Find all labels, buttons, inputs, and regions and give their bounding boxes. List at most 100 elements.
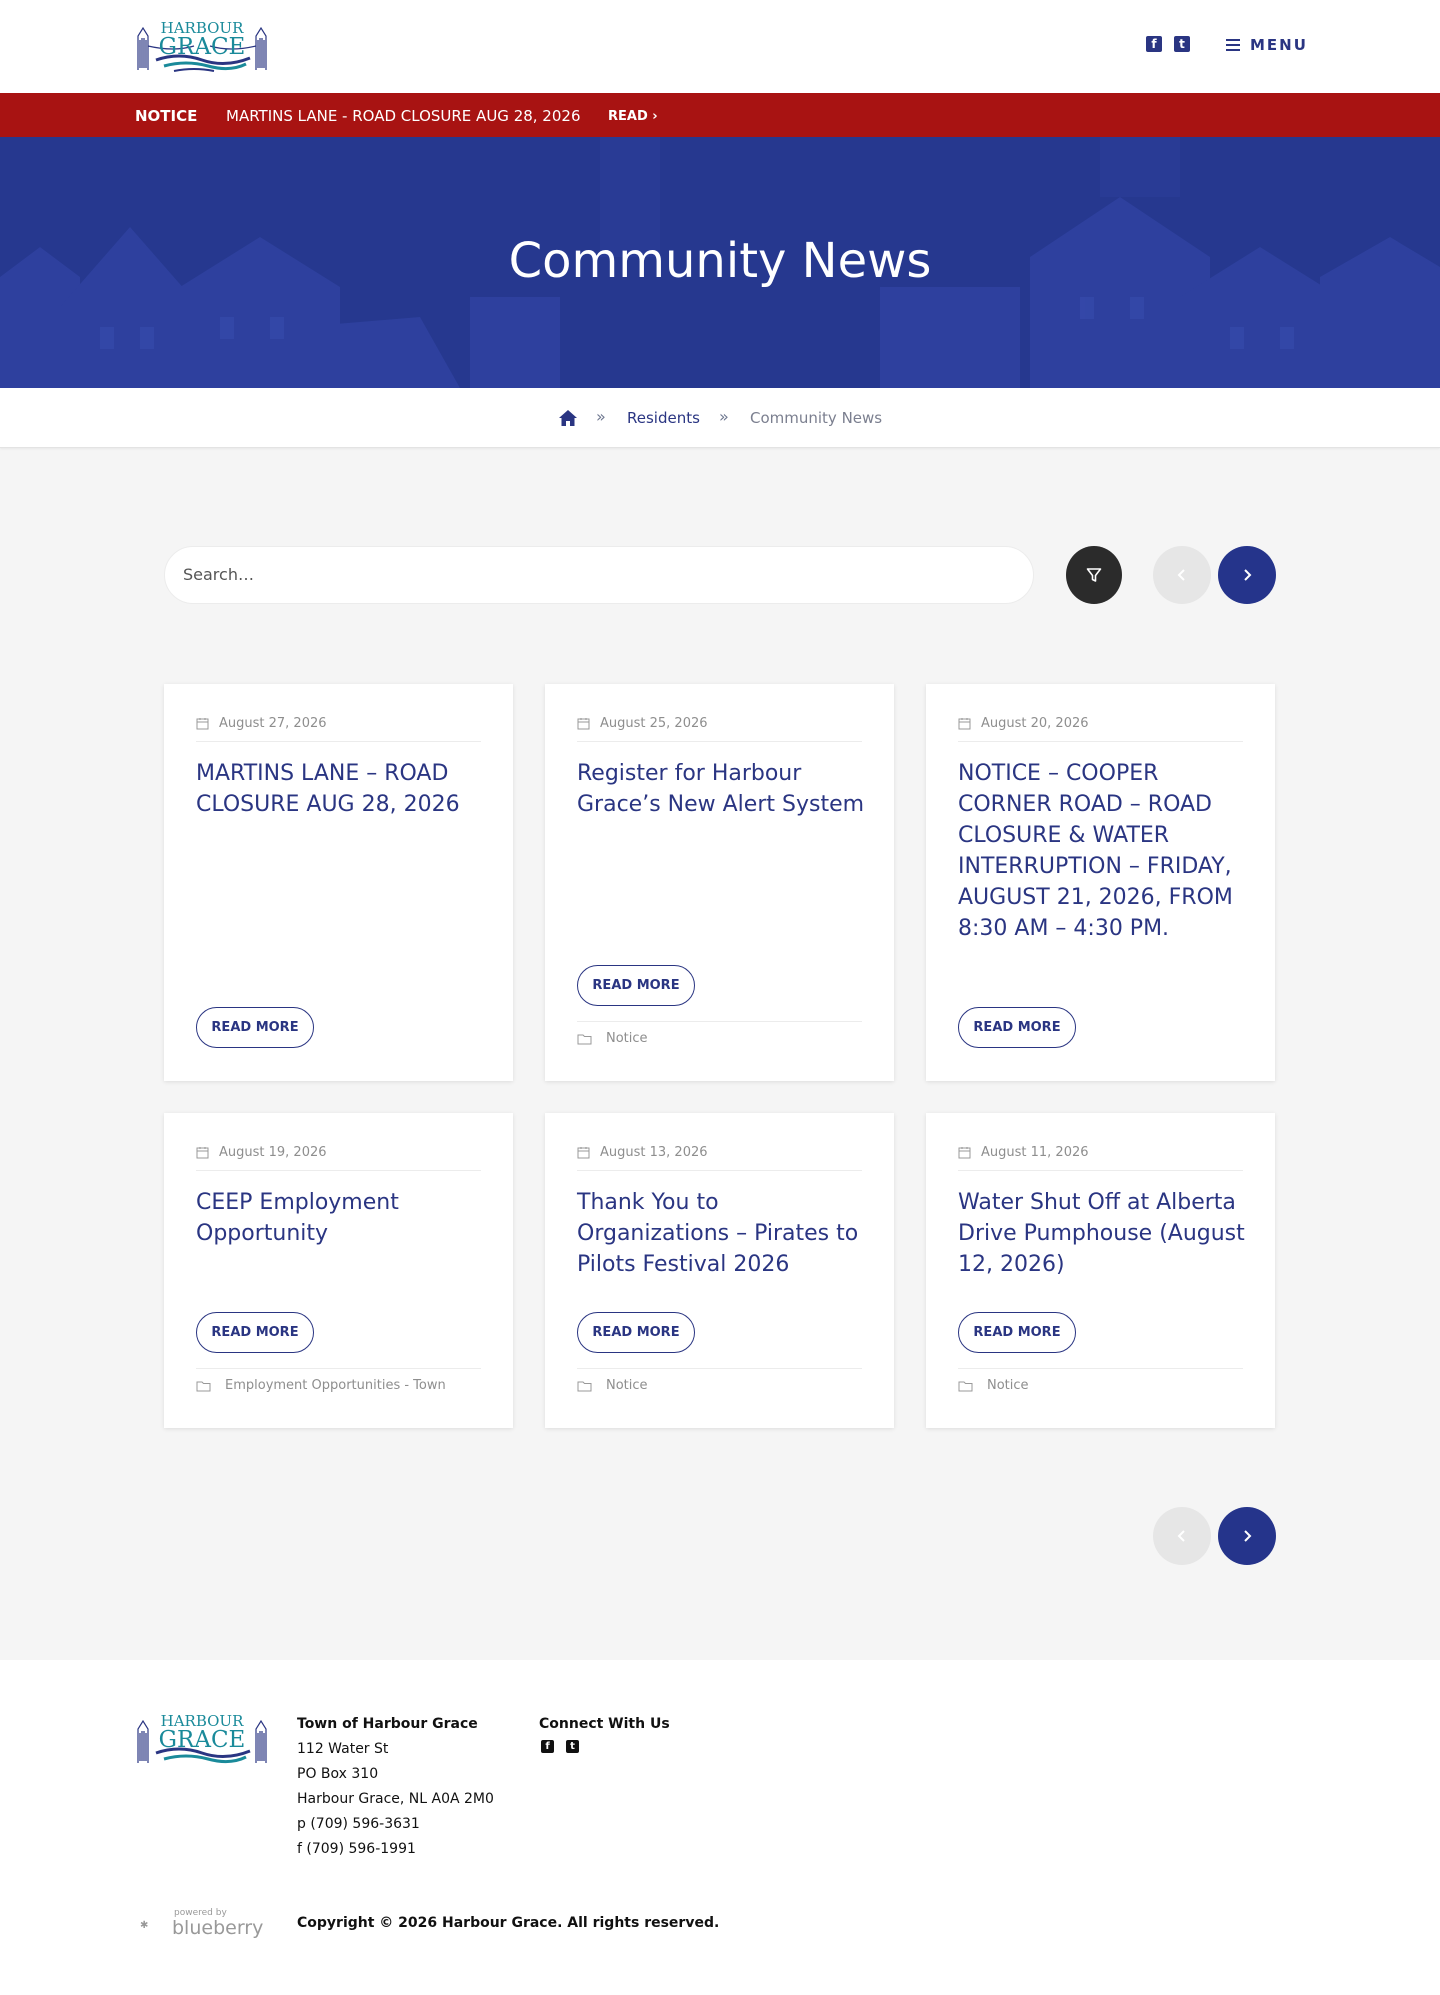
- card-title[interactable]: MARTINS LANE – ROAD CLOSURE AUG 28, 2026: [196, 758, 491, 820]
- read-more-button[interactable]: READ MORE: [577, 1312, 695, 1353]
- next-page-button[interactable]: [1218, 546, 1276, 604]
- read-more-button[interactable]: READ MORE: [196, 1007, 314, 1048]
- filter-button[interactable]: [1066, 546, 1122, 604]
- card-category-text: Notice: [987, 1378, 1029, 1393]
- card-category[interactable]: Notice: [577, 1031, 648, 1046]
- powered-by-blueberry-logo[interactable]: ✱ powered by blueberry: [134, 1906, 274, 1940]
- card-title[interactable]: CEEP Employment Opportunity: [196, 1187, 491, 1249]
- card-category-text: Notice: [606, 1378, 648, 1393]
- divider: [196, 1170, 481, 1171]
- notice-read-link[interactable]: READ ›: [608, 109, 658, 124]
- notice-text[interactable]: MARTINS LANE - ROAD CLOSURE AUG 28, 2026: [226, 107, 581, 125]
- harbour-grace-logo[interactable]: HARBOUR GRACE: [134, 16, 270, 74]
- site-footer: HARBOUR GRACE Town of Harbour Grace 112 …: [0, 1660, 1440, 1995]
- twitter-icon[interactable]: t: [1174, 36, 1190, 52]
- card-date: August 20, 2026: [958, 716, 1089, 731]
- card-category[interactable]: Employment Opportunities - Town: [196, 1378, 446, 1393]
- breadcrumb-separator-icon: »: [596, 407, 606, 426]
- card-title[interactable]: Water Shut Off at Alberta Drive Pumphous…: [958, 1187, 1253, 1280]
- card-date-text: August 20, 2026: [981, 716, 1089, 731]
- calendar-icon: [958, 1147, 971, 1159]
- calendar-icon: [577, 718, 590, 730]
- card-date: August 25, 2026: [577, 716, 708, 731]
- notice-tag: NOTICE: [135, 107, 198, 125]
- footer-address-1: 112 Water St: [297, 1741, 389, 1757]
- home-icon[interactable]: [558, 409, 578, 427]
- divider: [577, 741, 862, 742]
- calendar-icon: [958, 718, 971, 730]
- news-card: August 13, 2026 Thank You to Organizatio…: [545, 1113, 894, 1428]
- card-category-text: Notice: [606, 1031, 648, 1046]
- facebook-icon[interactable]: f: [541, 1740, 554, 1753]
- copyright-text: Copyright © 2026 Harbour Grace. All righ…: [297, 1915, 720, 1931]
- footer-address-2: PO Box 310: [297, 1766, 379, 1782]
- calendar-icon: [577, 1147, 590, 1159]
- hamburger-icon: [1226, 39, 1240, 51]
- chevron-left-icon: [1177, 1530, 1185, 1542]
- card-date: August 19, 2026: [196, 1145, 327, 1160]
- card-date: August 11, 2026: [958, 1145, 1089, 1160]
- twitter-icon[interactable]: t: [566, 1740, 579, 1753]
- news-card: August 11, 2026 Water Shut Off at Albert…: [926, 1113, 1275, 1428]
- footer-connect: Connect With Us: [539, 1712, 670, 1737]
- filter-icon: [1086, 568, 1102, 582]
- search-input[interactable]: [183, 547, 1033, 602]
- notice-bar: NOTICE MARTINS LANE - ROAD CLOSURE AUG 2…: [0, 93, 1440, 137]
- facebook-icon[interactable]: f: [1146, 36, 1162, 52]
- breadcrumb-residents[interactable]: Residents: [627, 409, 700, 427]
- chevron-right-icon: [1244, 569, 1252, 581]
- card-title[interactable]: Thank You to Organizations – Pirates to …: [577, 1187, 872, 1280]
- read-more-button[interactable]: READ MORE: [577, 965, 695, 1006]
- header-social-links: f t: [1146, 36, 1190, 52]
- divider: [577, 1368, 862, 1369]
- footer-fax: f (709) 596-1991: [297, 1841, 416, 1857]
- read-more-button[interactable]: READ MORE: [958, 1007, 1076, 1048]
- footer-phone[interactable]: p (709) 596-3631: [297, 1812, 494, 1837]
- card-date-text: August 13, 2026: [600, 1145, 708, 1160]
- card-date: August 27, 2026: [196, 716, 327, 731]
- read-more-button[interactable]: READ MORE: [958, 1312, 1076, 1353]
- menu-label: MENU: [1250, 36, 1308, 54]
- news-card: August 25, 2026 Register for Harbour Gra…: [545, 684, 894, 1081]
- news-card: August 20, 2026 NOTICE – COOPER CORNER R…: [926, 684, 1275, 1081]
- divider: [958, 1170, 1243, 1171]
- hero-banner: Community News: [0, 137, 1440, 388]
- divider: [958, 741, 1243, 742]
- svg-text:blueberry: blueberry: [172, 1917, 263, 1939]
- breadcrumb: » Residents » Community News: [0, 388, 1440, 448]
- divider: [196, 741, 481, 742]
- breadcrumb-current: Community News: [750, 409, 883, 427]
- calendar-icon: [196, 1147, 209, 1159]
- page-title: Community News: [508, 233, 932, 289]
- news-card: August 19, 2026 CEEP Employment Opportun…: [164, 1113, 513, 1428]
- divider: [577, 1021, 862, 1022]
- prev-page-button-bottom[interactable]: [1153, 1507, 1211, 1565]
- read-more-button[interactable]: READ MORE: [196, 1312, 314, 1353]
- card-date-text: August 25, 2026: [600, 716, 708, 731]
- divider: [577, 1170, 862, 1171]
- search-box: [164, 546, 1034, 604]
- calendar-icon: [196, 718, 209, 730]
- card-category[interactable]: Notice: [577, 1378, 648, 1393]
- card-date-text: August 27, 2026: [219, 716, 327, 731]
- folder-icon: [196, 1381, 211, 1391]
- divider: [958, 1368, 1243, 1369]
- card-category[interactable]: Notice: [958, 1378, 1029, 1393]
- divider: [196, 1368, 481, 1369]
- footer-logo[interactable]: HARBOUR GRACE: [134, 1709, 270, 1767]
- folder-icon: [577, 1381, 592, 1391]
- card-date-text: August 19, 2026: [219, 1145, 327, 1160]
- card-date: August 13, 2026: [577, 1145, 708, 1160]
- card-title[interactable]: NOTICE – COOPER CORNER ROAD – ROAD CLOSU…: [958, 758, 1253, 944]
- folder-icon: [577, 1034, 592, 1044]
- folder-icon: [958, 1381, 973, 1391]
- card-date-text: August 11, 2026: [981, 1145, 1089, 1160]
- menu-button[interactable]: MENU: [1226, 36, 1308, 54]
- footer-contact: Town of Harbour Grace 112 Water St PO Bo…: [297, 1712, 494, 1862]
- card-title[interactable]: Register for Harbour Grace’s New Alert S…: [577, 758, 872, 820]
- news-card: August 27, 2026 MARTINS LANE – ROAD CLOS…: [164, 684, 513, 1081]
- chevron-left-icon: [1177, 569, 1185, 581]
- next-page-button-bottom[interactable]: [1218, 1507, 1276, 1565]
- svg-text:✱: ✱: [140, 1920, 148, 1931]
- prev-page-button[interactable]: [1153, 546, 1211, 604]
